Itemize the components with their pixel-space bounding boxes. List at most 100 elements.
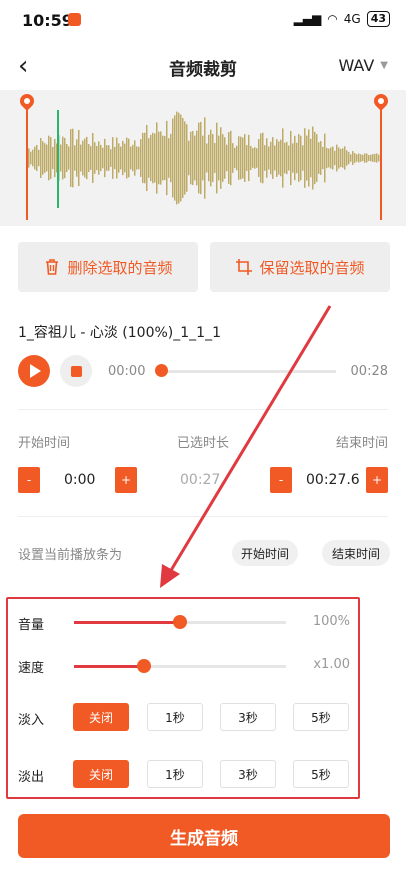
- waveform-bar: [368, 155, 370, 161]
- crop-icon: [236, 259, 253, 275]
- waveform-bar: [98, 141, 100, 175]
- keep-selection-label: 保留选取的音频: [259, 258, 365, 277]
- waveform-bar: [298, 134, 300, 182]
- waveform-bar: [186, 124, 188, 192]
- waveform-bar: [146, 124, 148, 192]
- waveform-bar: [46, 144, 48, 172]
- waveform-bar: [192, 130, 194, 186]
- set-start-time-button[interactable]: 开始时间: [232, 540, 298, 566]
- waveform-bar: [110, 149, 112, 167]
- waveform-bar: [78, 129, 80, 187]
- fade-out-option[interactable]: 关闭: [73, 760, 129, 788]
- waveform-bar: [294, 135, 296, 181]
- waveform-bar: [302, 145, 304, 171]
- start-time-increase-button[interactable]: +: [115, 467, 137, 493]
- waveform-bar: [256, 148, 258, 168]
- start-time-decrease-button[interactable]: -: [18, 467, 40, 493]
- speed-slider-thumb[interactable]: [136, 659, 151, 673]
- waveform-bar: [126, 137, 128, 179]
- waveform-bar: [232, 143, 234, 173]
- delete-selection-label: 删除选取的音频: [67, 258, 173, 277]
- waveform-bar: [124, 143, 126, 173]
- current-time: 00:00: [108, 364, 146, 379]
- waveform-bar: [226, 144, 228, 172]
- waveform-bar: [276, 139, 278, 177]
- delete-selection-button[interactable]: 删除选取的音频: [18, 242, 198, 292]
- waveform-bar: [260, 133, 262, 183]
- fade-out-option[interactable]: 1秒: [147, 760, 203, 788]
- fade-in-option[interactable]: 3秒: [220, 703, 276, 731]
- fade-in-option[interactable]: 5秒: [293, 703, 349, 731]
- waveform-bar: [314, 131, 316, 185]
- end-time-increase-button[interactable]: +: [366, 467, 388, 493]
- generate-audio-button[interactable]: 生成音频: [18, 814, 390, 858]
- waveform-bar: [274, 145, 276, 171]
- playhead[interactable]: [57, 110, 59, 208]
- waveform-bar: [330, 147, 332, 169]
- status-icons: ▂▄▆ ◠ 4G 43: [294, 11, 390, 27]
- selected-duration-label: 已选时长: [177, 436, 230, 451]
- network-type: 4G: [343, 12, 361, 26]
- waveform-bar: [162, 135, 164, 181]
- waveform-editor[interactable]: [0, 90, 406, 226]
- waveform-bar: [308, 129, 310, 187]
- stop-button[interactable]: [60, 355, 92, 387]
- waveform-bar: [306, 135, 308, 181]
- waveform-bar: [216, 122, 218, 194]
- set-end-time-button[interactable]: 结束时间: [322, 540, 390, 566]
- format-selector[interactable]: WAV ▼: [338, 56, 388, 75]
- waveform-bar: [290, 130, 292, 186]
- waveform-bar: [118, 143, 120, 173]
- waveform-bar: [312, 126, 314, 190]
- waveform-bar: [34, 146, 36, 170]
- fade-in-option[interactable]: 关闭: [73, 703, 129, 731]
- waveform-bar: [262, 132, 264, 184]
- fade-in-label: 淡入: [18, 713, 45, 728]
- wifi-icon: ◠: [327, 12, 338, 26]
- waveform-bar: [204, 117, 206, 199]
- waveform-bar: [244, 134, 246, 182]
- volume-label: 音量: [18, 618, 45, 633]
- keep-selection-button[interactable]: 保留选取的音频: [210, 242, 390, 292]
- end-time-decrease-button[interactable]: -: [270, 467, 292, 493]
- waveform-bar: [286, 141, 288, 175]
- waveform-bar: [50, 137, 52, 179]
- notification-icon: [68, 13, 81, 26]
- stop-icon: [70, 365, 82, 377]
- waveform-bar: [346, 150, 348, 166]
- waveform-bar: [74, 145, 76, 171]
- waveform-bar: [282, 128, 284, 188]
- waveform-bar: [320, 141, 322, 175]
- waveform-bar: [198, 122, 200, 194]
- playback-progress-thumb[interactable]: [155, 364, 168, 377]
- play-button[interactable]: [18, 355, 50, 387]
- waveform-bar: [120, 146, 122, 170]
- waveform-bar: [370, 154, 372, 162]
- fade-out-option[interactable]: 5秒: [293, 760, 349, 788]
- waveform-bar: [132, 144, 134, 172]
- fade-out-option[interactable]: 3秒: [220, 760, 276, 788]
- waveform-bar: [70, 129, 72, 187]
- waveform-bar: [364, 153, 366, 163]
- playback-progress-track[interactable]: [160, 370, 336, 373]
- waveform-bar: [144, 132, 146, 184]
- status-time: 10:59: [22, 11, 73, 30]
- waveform-bar: [332, 146, 334, 170]
- waveform-bar: [44, 143, 46, 173]
- waveform-bar: [88, 143, 90, 173]
- format-label: WAV: [338, 56, 375, 75]
- fade-in-option[interactable]: 1秒: [147, 703, 203, 731]
- start-trim-line: [26, 108, 28, 220]
- waveform-bar: [324, 133, 326, 183]
- waveform-bar: [318, 142, 320, 174]
- waveform-bar: [304, 128, 306, 188]
- volume-slider-thumb[interactable]: [173, 615, 187, 629]
- waveform-bar: [154, 133, 156, 183]
- divider: [18, 516, 388, 517]
- waveform-bar: [164, 135, 166, 181]
- waveform-bar: [220, 127, 222, 189]
- waveform: [26, 111, 380, 205]
- waveform-bar: [130, 146, 132, 170]
- waveform-bar: [268, 146, 270, 170]
- waveform-bar: [40, 138, 42, 178]
